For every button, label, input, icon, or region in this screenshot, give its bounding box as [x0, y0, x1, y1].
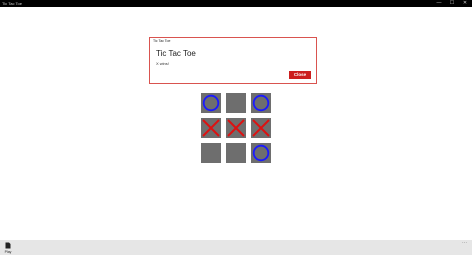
o-mark-icon	[252, 94, 270, 112]
app-bar: Play ···	[0, 240, 472, 255]
board-cell-2[interactable]	[226, 93, 246, 113]
board-cell-8[interactable]	[226, 143, 246, 163]
window-close-button[interactable]: ✕	[459, 0, 471, 7]
x-mark-icon	[202, 119, 220, 137]
x-mark-icon	[252, 119, 270, 137]
document-icon	[5, 242, 11, 249]
play-button[interactable]: Play	[2, 241, 14, 254]
board-cell-4[interactable]	[201, 118, 221, 138]
x-mark-icon	[227, 119, 245, 137]
board-cell-7[interactable]	[201, 143, 221, 163]
board-cell-3[interactable]	[251, 93, 271, 113]
dialog-message: X wins!	[156, 61, 169, 66]
dialog-header: Tic Tac Toe	[153, 39, 171, 43]
play-label: Play	[4, 250, 12, 254]
board-cell-1[interactable]	[201, 93, 221, 113]
more-options-button[interactable]: ···	[462, 241, 467, 246]
board-cell-5[interactable]	[226, 118, 246, 138]
board-cell-9[interactable]	[251, 143, 271, 163]
window-title: Tic Tac Toe	[2, 1, 22, 6]
o-mark-icon	[202, 94, 220, 112]
dialog-title: Tic Tac Toe	[156, 49, 196, 58]
result-dialog: Tic Tac Toe Tic Tac Toe X wins! Close	[149, 37, 317, 84]
title-bar: Tic Tac Toe — ☐ ✕	[0, 0, 472, 7]
close-button[interactable]: Close	[289, 71, 311, 79]
minimize-button[interactable]: —	[433, 0, 445, 7]
maximize-button[interactable]: ☐	[446, 0, 458, 7]
game-board	[201, 93, 272, 164]
o-mark-icon	[252, 144, 270, 162]
board-cell-6[interactable]	[251, 118, 271, 138]
